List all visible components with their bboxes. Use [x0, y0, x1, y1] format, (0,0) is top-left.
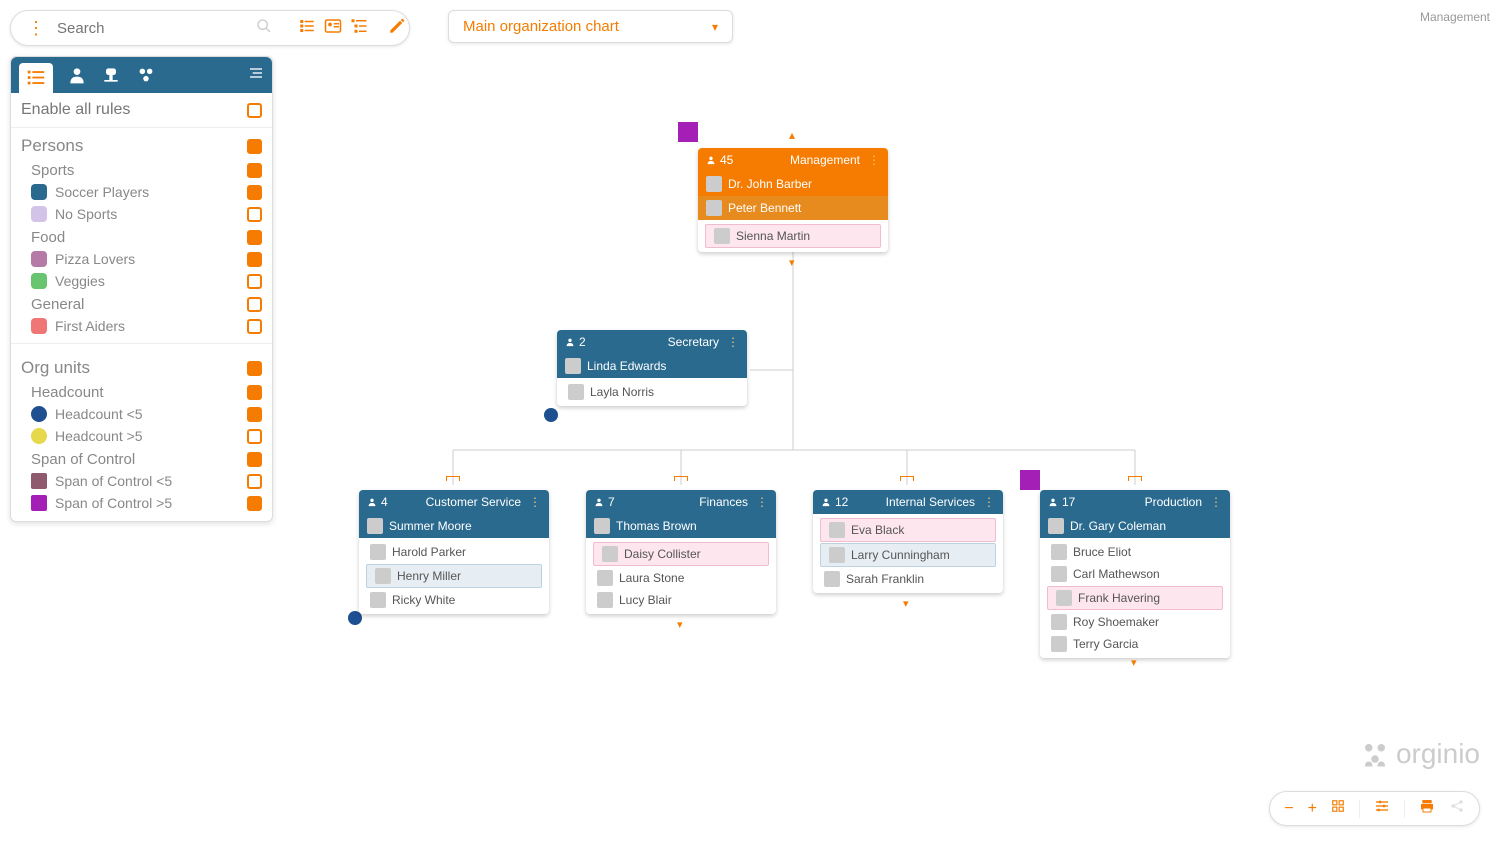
hc-marker	[544, 408, 558, 422]
share-icon[interactable]	[1449, 798, 1465, 819]
card-head: 12 Internal Services⋮	[813, 490, 1003, 514]
person-row[interactable]: Laura Stone	[589, 567, 773, 589]
avatar	[1051, 544, 1067, 560]
avatar	[597, 570, 613, 586]
expand-caret-icon[interactable]: ▾	[903, 597, 909, 610]
person-row[interactable]: Harold Parker	[362, 541, 546, 563]
card-finances[interactable]: 7 Finances⋮ Thomas Brown Daisy Collister…	[586, 490, 776, 614]
card-management[interactable]: 45 Management⋮ Dr. John Barber Peter Ben…	[698, 148, 888, 252]
lead-row[interactable]: Dr. John Barber	[698, 172, 888, 196]
avatar	[1051, 566, 1067, 582]
settings-icon[interactable]	[1374, 798, 1390, 819]
card-production[interactable]: 17 Production⋮ Dr. Gary Coleman Bruce El…	[1040, 490, 1230, 658]
span-marker	[678, 122, 698, 142]
lead-row[interactable]: Linda Edwards	[557, 354, 747, 378]
app-logo: orginio	[1360, 738, 1480, 770]
person-row[interactable]: Roy Shoemaker	[1043, 611, 1227, 633]
lead-row[interactable]: Thomas Brown	[586, 514, 776, 538]
avatar	[565, 358, 581, 374]
avatar	[829, 547, 845, 563]
person-row[interactable]: Bruce Eliot	[1043, 541, 1227, 563]
card-internal-services[interactable]: 12 Internal Services⋮ Eva Black Larry Cu…	[813, 490, 1003, 593]
card-secretary[interactable]: 2 Secretary⋮ Linda Edwards Layla Norris	[557, 330, 747, 406]
card-head: 45 Management⋮	[698, 148, 888, 172]
person-row[interactable]: Frank Havering	[1047, 586, 1223, 610]
divider	[1359, 800, 1360, 818]
lead-row[interactable]: Summer Moore	[359, 514, 549, 538]
print-icon[interactable]	[1419, 798, 1435, 819]
span-marker	[1020, 470, 1040, 490]
avatar	[370, 592, 386, 608]
card-more-icon[interactable]: ⋮	[1210, 495, 1222, 509]
person-row[interactable]: Sienna Martin	[705, 224, 881, 248]
avatar	[714, 228, 730, 244]
person-row[interactable]: Ricky White	[362, 589, 546, 611]
avatar	[1051, 636, 1067, 652]
avatar	[597, 592, 613, 608]
card-more-icon[interactable]: ⋮	[756, 495, 768, 509]
card-head: 17 Production⋮	[1040, 490, 1230, 514]
avatar	[824, 571, 840, 587]
person-row[interactable]: Lucy Blair	[589, 589, 773, 611]
avatar	[375, 568, 391, 584]
card-head: 2 Secretary⋮	[557, 330, 747, 354]
lead-row[interactable]: Dr. Gary Coleman	[1040, 514, 1230, 538]
person-row[interactable]: Eva Black	[820, 518, 996, 542]
connectors	[0, 0, 1500, 844]
expand-caret-icon[interactable]: ▾	[677, 618, 683, 631]
card-hinge	[446, 476, 460, 481]
person-row[interactable]: Larry Cunningham	[820, 543, 996, 567]
card-more-icon[interactable]: ⋮	[983, 495, 995, 509]
parent-caret-icon[interactable]: ▴	[789, 128, 795, 142]
avatar	[1056, 590, 1072, 606]
avatar	[568, 384, 584, 400]
avatar	[367, 518, 383, 534]
person-row[interactable]: Layla Norris	[560, 381, 744, 403]
card-more-icon[interactable]: ⋮	[727, 335, 739, 349]
avatar	[1048, 518, 1064, 534]
card-more-icon[interactable]: ⋮	[529, 495, 541, 509]
person-row[interactable]: Sarah Franklin	[816, 568, 1000, 590]
avatar	[594, 518, 610, 534]
card-head: 4 Customer Service⋮	[359, 490, 549, 514]
avatar	[706, 176, 722, 192]
card-more-icon[interactable]: ⋮	[868, 153, 880, 167]
card-hinge	[674, 476, 688, 481]
fit-icon[interactable]	[1331, 799, 1345, 818]
avatar	[370, 544, 386, 560]
card-hinge	[900, 476, 914, 481]
expand-caret-icon[interactable]: ▾	[789, 256, 795, 269]
avatar	[1051, 614, 1067, 630]
card-customer-service[interactable]: 4 Customer Service⋮ Summer Moore Harold …	[359, 490, 549, 614]
card-head: 7 Finances⋮	[586, 490, 776, 514]
person-row[interactable]: Terry Garcia	[1043, 633, 1227, 655]
zoom-toolbar: − +	[1269, 791, 1480, 826]
divider	[1404, 800, 1405, 818]
lead-row[interactable]: Peter Bennett	[698, 196, 888, 220]
card-hinge	[1128, 476, 1142, 481]
person-row[interactable]: Carl Mathewson	[1043, 563, 1227, 585]
expand-caret-icon[interactable]: ▾	[1131, 656, 1137, 669]
person-row[interactable]: Henry Miller	[366, 564, 542, 588]
zoom-out-icon[interactable]: −	[1284, 800, 1293, 818]
avatar	[829, 522, 845, 538]
avatar	[706, 200, 722, 216]
zoom-in-icon[interactable]: +	[1308, 800, 1317, 818]
avatar	[602, 546, 618, 562]
person-row[interactable]: Daisy Collister	[593, 542, 769, 566]
